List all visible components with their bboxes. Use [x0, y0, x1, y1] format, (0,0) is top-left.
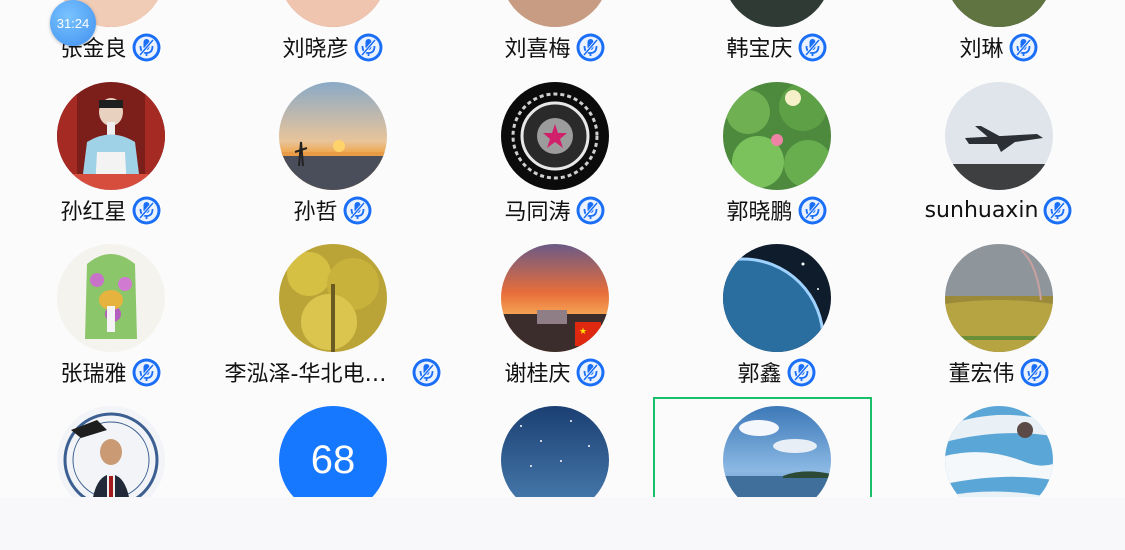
microphone-muted-icon[interactable] [352, 31, 384, 63]
participant-name-line: 孙哲 [222, 193, 444, 227]
participant-name-line: 李泓泽-华北电力... [222, 355, 444, 389]
participant-tile[interactable]: 孙红星 [0, 82, 222, 244]
participant-row: 68 [0, 406, 1125, 497]
timer-text: 31:24 [56, 15, 90, 31]
microphone-muted-icon[interactable] [1007, 31, 1039, 63]
microphone-muted-icon[interactable] [130, 31, 162, 63]
participant-avatar[interactable] [501, 0, 609, 27]
participant-name: 郭鑫 [737, 362, 782, 387]
participant-name-line: 郭鑫 [666, 355, 888, 389]
participant-name-line: 董宏伟 [888, 355, 1110, 389]
microphone-muted-icon[interactable] [574, 194, 606, 226]
participant-grid: 张金良 刘晓彦 刘喜梅 韩宝庆 刘琳 孙红星 孙哲 马同涛 郭晓鹏 sunhua… [0, 0, 1125, 497]
participant-avatar[interactable] [945, 406, 1053, 497]
participant-row: 孙红星 孙哲 马同涛 郭晓鹏 sunhuaxin [0, 82, 1125, 244]
participant-tile[interactable]: 刘晓彦 [222, 0, 444, 81]
microphone-muted-icon[interactable] [796, 31, 828, 63]
svg-text:★: ★ [579, 327, 587, 337]
participant-avatar[interactable] [501, 406, 609, 497]
microphone-muted-icon[interactable] [785, 356, 817, 388]
microphone-muted-icon[interactable] [130, 356, 162, 388]
microphone-muted-icon[interactable] [574, 356, 606, 388]
participant-tile[interactable]: 刘喜梅 [444, 0, 666, 81]
participant-name-line: 郭晓鹏 [666, 193, 888, 227]
participant-name-line: 孙红星 [0, 193, 222, 227]
participant-name-line: 刘晓彦 [222, 30, 444, 64]
participant-name: 马同涛 [504, 200, 571, 225]
participant-name-line: 刘琳 [888, 30, 1110, 64]
microphone-muted-icon[interactable] [574, 31, 606, 63]
participant-tile[interactable]: sunhuaxin [888, 82, 1110, 244]
participant-avatar[interactable] [945, 244, 1053, 352]
participant-tile[interactable]: 孙哲 [222, 82, 444, 244]
participant-name-line: 张瑞雅 [0, 355, 222, 389]
microphone-muted-icon[interactable] [1018, 356, 1050, 388]
participant-tile[interactable] [888, 406, 1110, 497]
participant-avatar[interactable] [945, 0, 1053, 27]
participant-tile[interactable]: 张瑞雅 [0, 244, 222, 406]
participant-tile[interactable]: 李泓泽-华北电力... [222, 244, 444, 406]
participant-name-line: 谢桂庆 [444, 355, 666, 389]
participant-name: 刘琳 [959, 37, 1004, 62]
participant-avatar[interactable] [723, 0, 831, 27]
participant-tile[interactable]: 68 [222, 406, 444, 497]
participant-avatar[interactable] [723, 406, 831, 497]
timer-badge-icon[interactable]: 31:24 [50, 0, 96, 46]
participant-name: 刘晓彦 [282, 37, 349, 62]
participant-avatar[interactable]: ★ [501, 244, 609, 352]
participant-tile[interactable]: 张金良 [0, 0, 222, 81]
participant-row: 张金良 刘晓彦 刘喜梅 韩宝庆 刘琳 [0, 0, 1125, 81]
participant-name: 李泓泽-华北电力... [224, 362, 407, 387]
microphone-muted-icon[interactable] [341, 194, 373, 226]
participant-tile[interactable]: 马同涛 [444, 82, 666, 244]
participant-name: 韩宝庆 [726, 37, 793, 62]
participant-avatar[interactable] [57, 82, 165, 190]
participant-tile[interactable]: 郭鑫 [666, 244, 888, 406]
participant-tile[interactable] [666, 406, 888, 497]
participant-name: 郭晓鹏 [726, 200, 793, 225]
participant-count-badge[interactable]: 68 [279, 406, 387, 497]
participant-avatar[interactable] [945, 82, 1053, 190]
participant-tile[interactable] [444, 406, 666, 497]
participant-name: 谢桂庆 [504, 362, 571, 387]
participant-name: 刘喜梅 [504, 37, 571, 62]
participant-name-line: 刘喜梅 [444, 30, 666, 64]
participant-tile[interactable]: 韩宝庆 [666, 0, 888, 81]
participant-tile[interactable] [0, 406, 222, 497]
microphone-muted-icon[interactable] [796, 194, 828, 226]
participant-name-line: sunhuaxin [888, 193, 1110, 227]
participant-tile[interactable]: 董宏伟 [888, 244, 1110, 406]
participant-name-line: 马同涛 [444, 193, 666, 227]
participant-avatar[interactable] [57, 244, 165, 352]
microphone-muted-icon[interactable] [130, 194, 162, 226]
participant-avatar[interactable] [57, 406, 165, 497]
participant-tile[interactable]: ★ 谢桂庆 [444, 244, 666, 406]
microphone-muted-icon[interactable] [1042, 194, 1074, 226]
participant-name: 孙红星 [60, 200, 127, 225]
participant-name-line: 张金良 [0, 30, 222, 64]
participant-avatar[interactable] [501, 82, 609, 190]
participant-name: sunhuaxin [924, 197, 1039, 223]
participant-row: 张瑞雅 李泓泽-华北电力... ★ 谢桂庆 郭鑫 董宏伟 [0, 244, 1125, 406]
participant-name: 孙哲 [293, 200, 338, 225]
participant-name-line: 韩宝庆 [666, 30, 888, 64]
participant-avatar[interactable] [279, 82, 387, 190]
participant-tile[interactable]: 郭晓鹏 [666, 82, 888, 244]
participant-avatar[interactable] [723, 244, 831, 352]
participant-avatar[interactable] [279, 0, 387, 27]
participant-avatar[interactable] [723, 82, 831, 190]
participant-tile[interactable]: 刘琳 [888, 0, 1110, 81]
microphone-muted-icon[interactable] [410, 356, 442, 388]
participant-name: 张瑞雅 [60, 362, 127, 387]
participant-avatar[interactable] [279, 244, 387, 352]
participant-name: 董宏伟 [948, 362, 1015, 387]
